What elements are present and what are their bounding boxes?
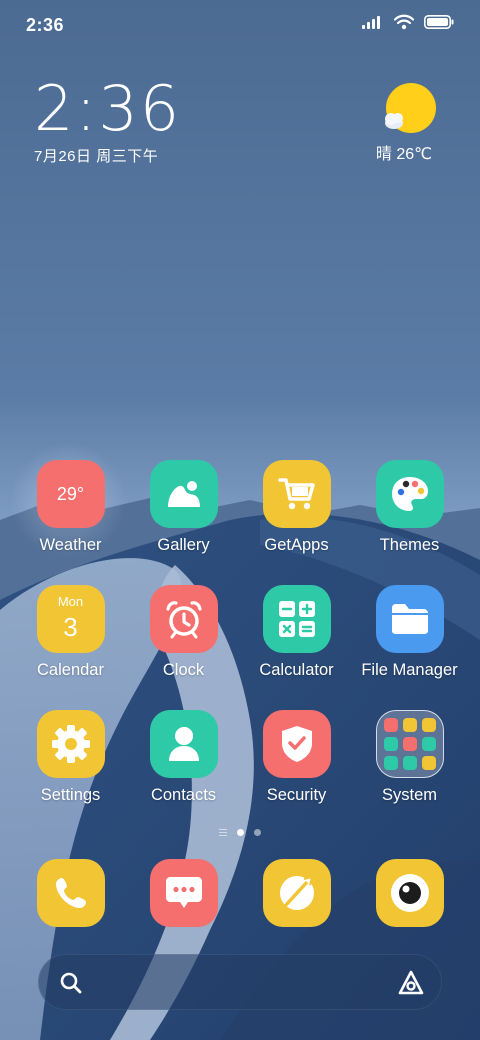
search-bar[interactable] — [38, 954, 442, 1010]
calculator-icon — [262, 585, 331, 653]
gallery-icon — [149, 460, 218, 528]
status-time: 2:36 — [26, 15, 65, 35]
app-settings[interactable]: Settings — [14, 710, 127, 814]
message-icon — [149, 859, 218, 927]
mini-app-icon — [421, 718, 436, 732]
contact-person-icon — [149, 710, 218, 778]
page-dot-active — [237, 829, 244, 836]
mini-app-icon — [402, 756, 417, 770]
app-security[interactable]: Security — [240, 710, 353, 814]
battery-icon — [424, 15, 454, 29]
status-icons — [362, 14, 454, 30]
folder-icon — [375, 585, 444, 653]
mini-app-icon — [383, 718, 398, 732]
palette-icon — [375, 460, 444, 528]
app-label: Security — [266, 786, 327, 804]
app-weather[interactable]: 29° Weather — [14, 460, 127, 564]
app-themes[interactable]: Themes — [353, 460, 466, 564]
phone-icon — [36, 859, 105, 927]
wifi-icon — [394, 14, 414, 30]
dock-phone[interactable] — [14, 859, 127, 929]
dock-camera[interactable] — [353, 859, 466, 929]
app-system-folder[interactable]: System — [353, 710, 466, 814]
mini-app-icon — [402, 737, 417, 751]
app-clock[interactable]: Clock — [127, 585, 240, 689]
clock-date: 7月26日 周三下午 — [34, 148, 159, 165]
app-contacts[interactable]: Contacts — [127, 710, 240, 814]
app-label: System — [381, 786, 437, 804]
app-getapps[interactable]: GetApps — [240, 460, 353, 564]
app-calculator[interactable]: Calculator — [240, 585, 353, 689]
assistant-icon[interactable] — [397, 969, 425, 997]
app-label: File Manager — [361, 661, 458, 679]
dock-browser[interactable] — [240, 859, 353, 929]
mini-app-icon — [421, 737, 436, 751]
app-grid: 29° Weather Gallery GetApps Themes Mon 3… — [14, 460, 466, 814]
app-label: Calculator — [259, 661, 334, 679]
app-gallery[interactable]: Gallery — [127, 460, 240, 564]
search-icon[interactable] — [59, 971, 83, 995]
gear-icon — [36, 710, 105, 778]
app-label: Calendar — [37, 661, 104, 679]
weather-widget[interactable]: 晴 26℃ — [374, 82, 444, 164]
shield-check-icon — [262, 710, 331, 778]
sun-cloud-icon — [385, 83, 436, 133]
app-drawer-indicator-icon — [219, 829, 227, 836]
mini-app-icon — [383, 756, 398, 770]
app-label: Settings — [40, 786, 101, 804]
mini-app-icon — [402, 718, 417, 732]
calendar-day: Mon — [57, 594, 84, 609]
mini-app-icon — [421, 756, 436, 770]
page-dot — [254, 829, 261, 836]
clock-widget[interactable]: 2:36 7月26日 周三下午 — [34, 76, 181, 166]
folder-grid-icon — [375, 710, 444, 778]
clock-time: 2:36 — [34, 72, 182, 145]
calendar-date: 3 — [63, 612, 78, 642]
signal-icon — [362, 16, 380, 29]
app-label: Contacts — [150, 786, 217, 804]
browser-compass-icon — [262, 859, 331, 927]
mini-app-icon — [383, 737, 398, 751]
app-calendar[interactable]: Mon 3 Calendar — [14, 585, 127, 689]
app-label: GetApps — [264, 536, 329, 554]
weather-app-temp: 29° — [56, 483, 85, 504]
alarm-clock-icon — [149, 585, 218, 653]
app-label: Weather — [39, 536, 102, 554]
app-label: Clock — [162, 661, 205, 679]
dock — [14, 859, 466, 929]
app-file-manager[interactable]: File Manager — [353, 585, 466, 689]
shopping-cart-icon — [262, 460, 331, 528]
weather-summary: 晴 26℃ — [375, 146, 433, 163]
app-label: Themes — [379, 536, 440, 554]
status-bar: 2:36 — [0, 0, 480, 50]
dock-messages[interactable] — [127, 859, 240, 929]
app-label: Gallery — [157, 536, 210, 554]
calendar-icon: Mon 3 — [36, 585, 105, 653]
weather-icon: 29° — [36, 460, 105, 528]
page-indicator[interactable] — [0, 829, 480, 836]
camera-icon — [375, 859, 444, 927]
